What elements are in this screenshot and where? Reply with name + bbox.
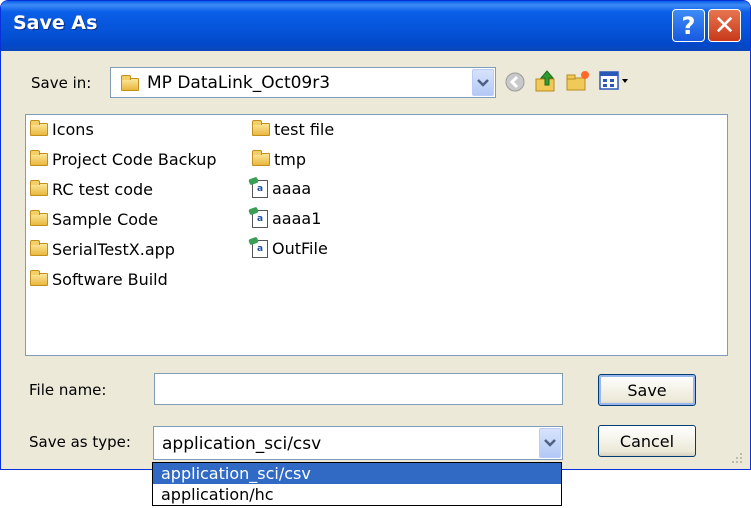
folder-icon — [30, 240, 48, 256]
save-as-dialog: Save As ? ✕ Save in: MP DataLink_Oct09r3… — [0, 0, 751, 470]
list-item[interactable]: SerialTestX.app — [30, 240, 175, 259]
save-in-combo[interactable]: MP DataLink_Oct09r3 — [110, 67, 496, 98]
file-icon — [252, 209, 268, 228]
file-icon — [252, 239, 268, 258]
folder-icon — [121, 75, 139, 91]
option-selected[interactable]: application_sci/csv — [153, 463, 561, 484]
save-in-label: Save in: — [31, 74, 92, 92]
file-name-input[interactable] — [154, 373, 563, 405]
dialog-title: Save As — [13, 12, 98, 34]
folder-icon — [30, 270, 48, 286]
save-as-type-combo[interactable]: application_sci/csv — [153, 426, 563, 460]
chevron-down-icon — [477, 78, 489, 87]
save-as-type-options[interactable]: application_sci/csv application/hc — [152, 462, 562, 506]
new-folder-icon — [566, 71, 589, 91]
save-as-type-dropdown-button[interactable] — [539, 428, 561, 458]
save-in-value: MP DataLink_Oct09r3 — [147, 73, 331, 93]
views-menu-button[interactable] — [598, 69, 632, 93]
folder-icon — [252, 150, 270, 166]
file-name-label: File name: — [29, 381, 107, 399]
list-item[interactable]: OutFile — [252, 239, 328, 258]
save-button[interactable]: Save — [598, 374, 696, 406]
option[interactable]: application/hc — [153, 484, 561, 505]
list-item[interactable]: Software Build — [30, 270, 168, 289]
cancel-button[interactable]: Cancel — [598, 425, 696, 457]
file-icon — [252, 179, 268, 198]
list-item[interactable]: aaaa1 — [252, 209, 321, 228]
help-button[interactable]: ? — [672, 9, 705, 42]
views-menu-icon — [599, 71, 628, 90]
folder-icon — [30, 150, 48, 166]
list-item[interactable]: test file — [252, 120, 334, 139]
list-item[interactable]: Sample Code — [30, 210, 158, 229]
list-item[interactable]: Icons — [30, 120, 94, 139]
save-in-dropdown-button[interactable] — [472, 69, 494, 96]
list-item[interactable]: RC test code — [30, 180, 153, 199]
close-button[interactable]: ✕ — [708, 9, 741, 42]
back-button[interactable] — [503, 70, 527, 94]
back-arrow-icon — [505, 72, 525, 92]
file-list[interactable]: Icons Project Code Backup RC test code S… — [25, 114, 728, 356]
list-item[interactable]: tmp — [252, 150, 306, 169]
resize-grip-icon[interactable] — [730, 451, 744, 465]
list-item[interactable]: Project Code Backup — [30, 150, 217, 169]
up-folder-icon — [535, 70, 555, 92]
folder-icon — [30, 120, 48, 136]
folder-icon — [30, 210, 48, 226]
up-one-level-button[interactable] — [533, 68, 559, 94]
new-folder-button[interactable] — [565, 68, 591, 94]
list-item[interactable]: a aaa — [252, 179, 311, 198]
folder-icon — [30, 180, 48, 196]
folder-icon — [252, 120, 270, 136]
title-bar: Save As ? ✕ — [1, 1, 750, 51]
save-as-type-label: Save as type: — [29, 433, 131, 451]
chevron-down-icon — [544, 439, 556, 447]
save-as-type-value: application_sci/csv — [162, 434, 322, 454]
